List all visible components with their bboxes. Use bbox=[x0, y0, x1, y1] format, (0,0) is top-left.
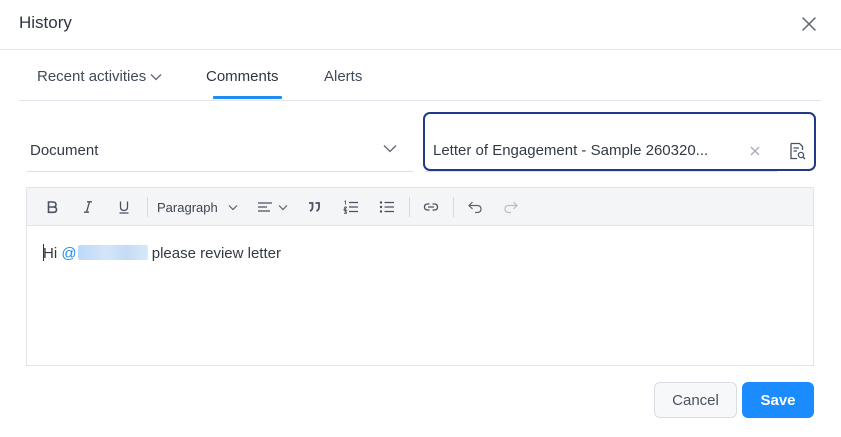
save-button[interactable]: Save bbox=[742, 382, 814, 418]
comment-content: Hi @ please review letter bbox=[43, 244, 281, 262]
active-tab-indicator bbox=[213, 96, 282, 99]
document-select-value: Document bbox=[30, 142, 99, 159]
quote-icon bbox=[309, 202, 320, 212]
user-mention[interactable]: @ bbox=[61, 245, 148, 262]
redo-button[interactable] bbox=[500, 196, 522, 218]
blockquote-button[interactable] bbox=[303, 196, 325, 218]
letter-select-value: Letter of Engagement - Sample 260320... bbox=[433, 142, 709, 159]
toolbar-divider bbox=[453, 197, 454, 217]
tab-bar: Recent activities Comments Alerts bbox=[19, 58, 821, 101]
tab-alerts[interactable]: Alerts bbox=[324, 68, 362, 85]
dialog-header: History bbox=[0, 0, 841, 50]
italic-icon bbox=[84, 201, 92, 213]
bulleted-list-button[interactable] bbox=[376, 196, 398, 218]
comment-greeting: Hi bbox=[43, 245, 58, 262]
redo-icon bbox=[504, 201, 518, 214]
document-search-icon[interactable] bbox=[787, 141, 807, 161]
editor-toolbar: Paragraph bbox=[27, 188, 813, 226]
paragraph-style-label: Paragraph bbox=[157, 199, 218, 215]
document-select[interactable]: Document bbox=[27, 130, 413, 172]
toolbar-divider bbox=[147, 197, 148, 217]
close-icon[interactable] bbox=[799, 14, 819, 34]
underline-button[interactable] bbox=[113, 196, 135, 218]
tab-label: Alerts bbox=[324, 68, 363, 85]
insert-link-button[interactable] bbox=[420, 196, 442, 218]
bold-button[interactable] bbox=[41, 196, 63, 218]
comment-text-area[interactable]: Hi @ please review letter bbox=[27, 226, 813, 365]
undo-button[interactable] bbox=[464, 196, 486, 218]
tab-comments[interactable]: Comments bbox=[206, 68, 279, 85]
align-left-icon bbox=[257, 202, 272, 212]
bold-icon bbox=[47, 201, 58, 214]
chevron-down-icon bbox=[228, 204, 238, 210]
underline-icon bbox=[119, 201, 129, 214]
clear-icon[interactable] bbox=[748, 144, 762, 158]
link-icon bbox=[423, 203, 439, 211]
mention-at-sign: @ bbox=[61, 245, 77, 262]
tab-label: Comments bbox=[206, 68, 279, 85]
comment-message: please review letter bbox=[147, 245, 281, 262]
undo-icon bbox=[468, 201, 482, 214]
toolbar-divider bbox=[409, 197, 410, 217]
chevron-down-icon bbox=[383, 145, 397, 153]
field-underline bbox=[425, 171, 777, 172]
tab-recent-activities[interactable]: Recent activities bbox=[37, 68, 162, 85]
comment-editor: Paragraph Hi @ please review letter bbox=[26, 187, 814, 366]
align-dropdown[interactable] bbox=[253, 196, 291, 218]
chevron-down-icon bbox=[150, 74, 162, 81]
bulleted-list-icon bbox=[379, 201, 394, 213]
redacted-mention-name bbox=[77, 245, 148, 260]
chevron-down-icon bbox=[278, 204, 287, 210]
numbered-list-button[interactable] bbox=[340, 196, 362, 218]
numbered-list-icon bbox=[343, 200, 358, 214]
paragraph-style-dropdown[interactable]: Paragraph bbox=[157, 196, 243, 218]
italic-button[interactable] bbox=[77, 196, 99, 218]
tab-label: Recent activities bbox=[37, 68, 147, 85]
dialog-title: History bbox=[19, 13, 72, 32]
cancel-button[interactable]: Cancel bbox=[654, 382, 737, 418]
letter-select-field[interactable]: Letter of Engagement - Sample 260320... bbox=[423, 112, 816, 172]
